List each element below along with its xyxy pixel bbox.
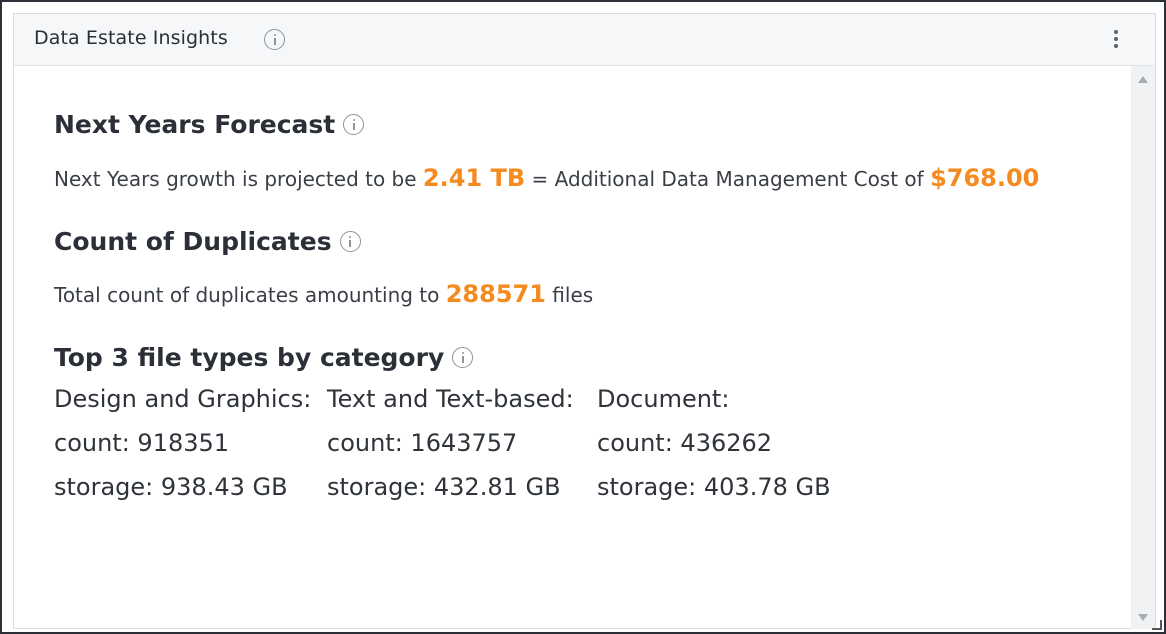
file-types-heading: Top 3 file types by category — [54, 343, 474, 372]
insights-card: Data Estate Insights Next Years Forecast… — [13, 13, 1156, 629]
scroll-down-arrow-icon[interactable] — [1138, 614, 1148, 621]
duplicates-heading-text: Count of Duplicates — [54, 227, 332, 256]
info-icon[interactable] — [452, 346, 474, 368]
duplicates-line: Total count of duplicates amounting to 2… — [54, 280, 593, 308]
category-count: count: 918351 — [54, 429, 230, 457]
more-options-icon[interactable] — [1113, 30, 1119, 50]
category-name: Text and Text-based: — [327, 385, 574, 413]
category-storage: storage: 938.43 GB — [54, 473, 288, 501]
forecast-heading-text: Next Years Forecast — [54, 110, 336, 139]
card-title: Data Estate Insights — [34, 27, 228, 49]
category-column: Document: count: 436262 storage: 403.78 … — [597, 384, 831, 516]
category-storage: storage: 403.78 GB — [597, 473, 831, 501]
info-icon[interactable] — [339, 230, 361, 252]
duplicates-suffix: files — [552, 283, 594, 307]
resize-handle-icon[interactable] — [1152, 620, 1162, 630]
category-name: Design and Graphics: — [54, 385, 312, 413]
category-column: Design and Graphics: count: 918351 stora… — [54, 384, 311, 516]
duplicates-heading: Count of Duplicates — [54, 227, 361, 256]
card-header: Data Estate Insights — [14, 14, 1155, 66]
duplicates-prefix: Total count of duplicates amounting to — [54, 283, 440, 307]
file-types-heading-text: Top 3 file types by category — [54, 343, 445, 372]
info-icon[interactable] — [343, 113, 365, 135]
category-count: count: 436262 — [597, 429, 773, 457]
forecast-middle: = Additional Data Management Cost of — [531, 167, 924, 191]
category-count: count: 1643757 — [327, 429, 518, 457]
forecast-growth-value: 2.41 TB — [422, 164, 526, 192]
forecast-heading: Next Years Forecast — [54, 110, 365, 139]
info-icon[interactable] — [264, 29, 285, 50]
category-name: Document: — [597, 385, 730, 413]
forecast-line: Next Years growth is projected to be 2.4… — [54, 164, 1039, 192]
forecast-prefix: Next Years growth is projected to be — [54, 167, 417, 191]
scroll-up-arrow-icon[interactable] — [1138, 76, 1148, 83]
forecast-cost-value: $768.00 — [930, 164, 1040, 192]
vertical-scrollbar[interactable] — [1131, 66, 1155, 629]
widget-frame: Data Estate Insights Next Years Forecast… — [0, 0, 1166, 634]
category-column: Text and Text-based: count: 1643757 stor… — [327, 384, 574, 516]
duplicates-count-value: 288571 — [445, 280, 546, 308]
category-storage: storage: 432.81 GB — [327, 473, 561, 501]
